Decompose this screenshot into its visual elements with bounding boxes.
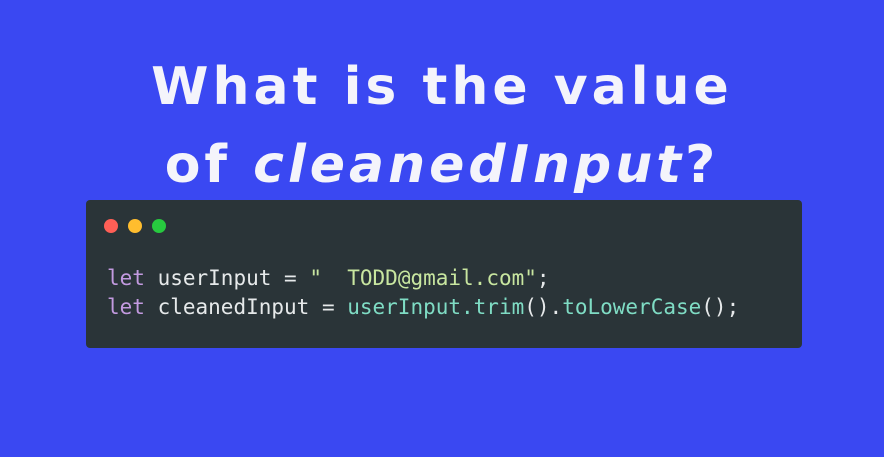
- method-call: toLowerCase: [562, 295, 702, 319]
- punctuation: ;: [536, 266, 550, 290]
- method-call: userInput.trim: [347, 295, 525, 319]
- keyword: let: [107, 266, 145, 290]
- keyword: let: [107, 295, 145, 319]
- close-dot-icon: [104, 219, 118, 233]
- punctuation: .: [549, 295, 563, 319]
- identifier: cleanedInput =: [144, 295, 348, 319]
- minimize-dot-icon: [128, 219, 142, 233]
- maximize-dot-icon: [152, 219, 166, 233]
- headline-prefix: of: [164, 135, 254, 195]
- code-block: let userInput = " TODD@gmail.com"; let cl…: [107, 264, 739, 322]
- headline: What is the value of cleanedInput?: [0, 48, 884, 204]
- headline-line-1: What is the value: [151, 57, 733, 117]
- punctuation: (): [524, 295, 550, 319]
- headline-line-2: of cleanedInput?: [0, 126, 884, 204]
- headline-variable: cleanedInput: [253, 135, 686, 195]
- string-literal: " TODD@gmail.com": [309, 266, 537, 290]
- code-line-2: let cleanedInput = userInput.trim().toLo…: [107, 293, 739, 322]
- headline-question-mark: ?: [685, 135, 720, 195]
- code-window: let userInput = " TODD@gmail.com"; let cl…: [86, 200, 802, 348]
- identifier: userInput =: [144, 266, 310, 290]
- punctuation: ();: [701, 295, 740, 319]
- window-controls: [104, 219, 166, 233]
- code-line-1: let userInput = " TODD@gmail.com";: [107, 264, 739, 293]
